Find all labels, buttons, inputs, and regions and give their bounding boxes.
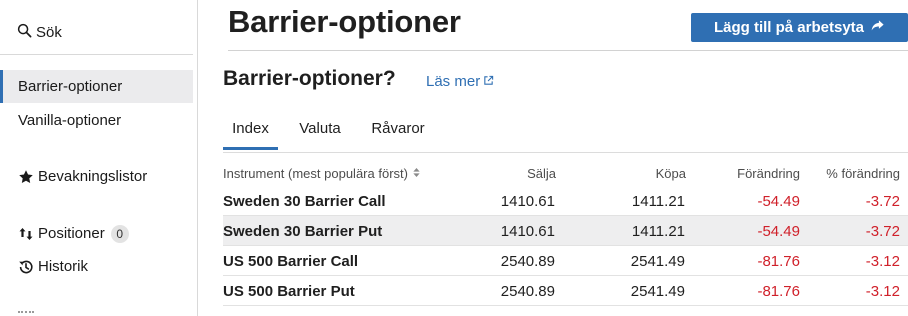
tab-label: Valuta bbox=[299, 120, 341, 137]
change-value: -54.49 bbox=[757, 193, 800, 210]
sidebar-item-label: Vanilla-optioner bbox=[18, 112, 122, 129]
buy-price[interactable]: 1411.21 bbox=[613, 193, 685, 210]
search-icon bbox=[17, 23, 32, 42]
column-header-change: Förändring bbox=[737, 166, 800, 181]
tab-currency[interactable]: Valuta bbox=[290, 120, 350, 150]
read-more-label: Läs mer bbox=[426, 73, 481, 90]
column-header-sell: Sälja bbox=[527, 166, 556, 181]
sidebar-item-positions[interactable]: Positioner 0 bbox=[0, 217, 193, 250]
sidebar-item-barrier-options[interactable]: Barrier-optioner bbox=[0, 70, 193, 103]
change-value: -81.76 bbox=[757, 253, 800, 270]
table-row[interactable]: Sweden 30 Barrier Call 1410.61 1411.21 -… bbox=[223, 186, 908, 216]
add-to-workspace-label: Lägg till på arbetsyta bbox=[713, 19, 865, 36]
sell-price[interactable]: 1410.61 bbox=[483, 223, 555, 240]
table-row[interactable]: Sweden 30 Barrier Put 1410.61 1411.21 -5… bbox=[223, 216, 908, 246]
instrument-name[interactable]: Sweden 30 Barrier Put bbox=[223, 223, 382, 240]
tab-index[interactable]: Index bbox=[223, 120, 278, 150]
table-row[interactable]: US 500 Barrier Call 2540.89 2541.49 -81.… bbox=[223, 246, 908, 276]
sort-arrows-icon bbox=[18, 226, 34, 242]
sidebar-item-label: Historik bbox=[38, 258, 89, 275]
sidebar-search[interactable]: Sök bbox=[17, 21, 62, 43]
change-pct-value: -3.72 bbox=[865, 223, 900, 240]
sidebar-item-label: Bevakningslistor bbox=[38, 168, 148, 185]
sidebar-more-indicator bbox=[18, 311, 34, 313]
column-header-change-pct: % förändring bbox=[826, 166, 900, 181]
change-pct-value: -3.72 bbox=[865, 193, 900, 210]
tab-label: Råvaror bbox=[371, 120, 425, 137]
section-title: Barrier-optioner? bbox=[223, 67, 396, 90]
tab-label: Index bbox=[232, 120, 269, 137]
buy-price[interactable]: 2541.49 bbox=[613, 253, 685, 270]
positions-count-badge: 0 bbox=[110, 224, 129, 243]
history-icon bbox=[18, 259, 34, 275]
change-pct-value: -3.12 bbox=[865, 253, 900, 270]
tabs-divider bbox=[223, 152, 908, 153]
buy-price[interactable]: 1411.21 bbox=[613, 223, 685, 240]
star-icon bbox=[18, 169, 34, 185]
sidebar-item-history[interactable]: Historik bbox=[0, 250, 193, 283]
sort-icon bbox=[412, 166, 421, 181]
search-label: Sök bbox=[36, 23, 62, 41]
change-pct-value: -3.12 bbox=[865, 283, 900, 300]
share-arrow-icon bbox=[870, 18, 885, 37]
read-more-link[interactable]: Läs mer bbox=[426, 73, 494, 90]
change-value: -81.76 bbox=[757, 283, 800, 300]
tab-commodities[interactable]: Råvaror bbox=[363, 120, 433, 150]
add-to-workspace-button[interactable]: Lägg till på arbetsyta bbox=[691, 13, 908, 42]
instrument-name[interactable]: US 500 Barrier Put bbox=[223, 283, 355, 300]
instrument-name[interactable]: Sweden 30 Barrier Call bbox=[223, 193, 386, 210]
sidebar-item-label: Positioner bbox=[38, 225, 105, 242]
table-row[interactable]: US 500 Barrier Put 2540.89 2541.49 -81.7… bbox=[223, 276, 908, 306]
sell-price[interactable]: 2540.89 bbox=[483, 253, 555, 270]
sidebar: Sök Barrier-optioner Vanilla-optioner Be… bbox=[0, 0, 198, 316]
sidebar-item-label: Barrier-optioner bbox=[18, 78, 123, 95]
column-header-buy: Köpa bbox=[655, 166, 686, 181]
sidebar-item-watchlists[interactable]: Bevakningslistor bbox=[0, 160, 193, 193]
column-header-instrument[interactable]: Instrument (mest populära först) bbox=[223, 166, 421, 181]
header-divider bbox=[228, 50, 908, 51]
buy-price[interactable]: 2541.49 bbox=[613, 283, 685, 300]
external-link-icon bbox=[483, 73, 494, 90]
instrument-name[interactable]: US 500 Barrier Call bbox=[223, 253, 358, 270]
sell-price[interactable]: 2540.89 bbox=[483, 283, 555, 300]
column-header-label: Instrument (mest populära först) bbox=[223, 166, 408, 181]
sidebar-divider bbox=[0, 54, 193, 55]
page-title: Barrier-optioner bbox=[228, 4, 461, 39]
change-value: -54.49 bbox=[757, 223, 800, 240]
sidebar-item-vanilla-options[interactable]: Vanilla-optioner bbox=[0, 104, 193, 137]
sell-price[interactable]: 1410.61 bbox=[483, 193, 555, 210]
